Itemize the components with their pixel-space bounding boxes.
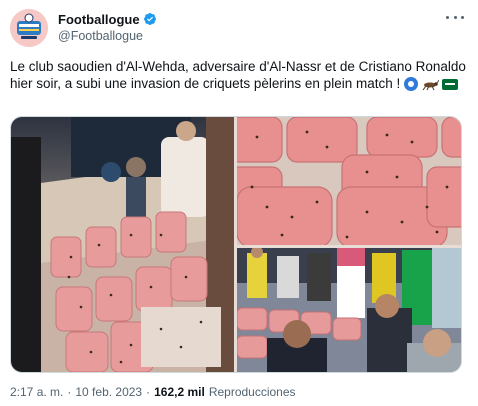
dot-icon [453, 15, 457, 19]
meta-separator: · [146, 385, 151, 399]
verified-badge-icon [143, 13, 156, 25]
emoji-row [404, 77, 458, 92]
media-grid [10, 116, 462, 373]
display-name[interactable]: Footballogue [58, 12, 140, 27]
footballogue-logo-icon [10, 9, 48, 47]
more-options-icon[interactable] [446, 10, 464, 24]
avatar[interactable] [10, 9, 48, 47]
meta-separator: · [67, 385, 72, 399]
saudi-arabia-flag-icon [442, 78, 458, 90]
tweet-date[interactable]: 10 feb. 2023 [75, 385, 142, 399]
cricket-emoji-icon [421, 78, 440, 91]
image-fans-stands[interactable] [237, 248, 461, 372]
image-stadium-seats[interactable] [11, 117, 234, 372]
dot-icon [461, 15, 464, 19]
tweet-time[interactable]: 2:17 a. m. [10, 385, 63, 399]
tweet-body: Le club saoudien d'Al-Wehda, adversaire … [10, 59, 466, 91]
user-block: Footballogue @Footballogue [58, 10, 157, 45]
tweet-text: Le club saoudien d'Al-Wehda, adversaire … [10, 58, 468, 92]
image-seats-closeup[interactable] [237, 117, 461, 245]
dot-icon [446, 15, 449, 19]
tweet-card: Footballogue @Footballogue Le club saoud… [0, 0, 478, 406]
display-name-row: Footballogue [58, 10, 157, 28]
tweet-meta: 2:17 a. m. · 10 feb. 2023 · 162,2 mil Re… [10, 384, 296, 400]
soccer-ball-emoji-icon [404, 77, 418, 92]
views-count[interactable]: 162,2 mil [154, 385, 205, 399]
views-label: Reproducciones [208, 385, 296, 399]
handle[interactable]: @Footballogue [58, 29, 157, 45]
